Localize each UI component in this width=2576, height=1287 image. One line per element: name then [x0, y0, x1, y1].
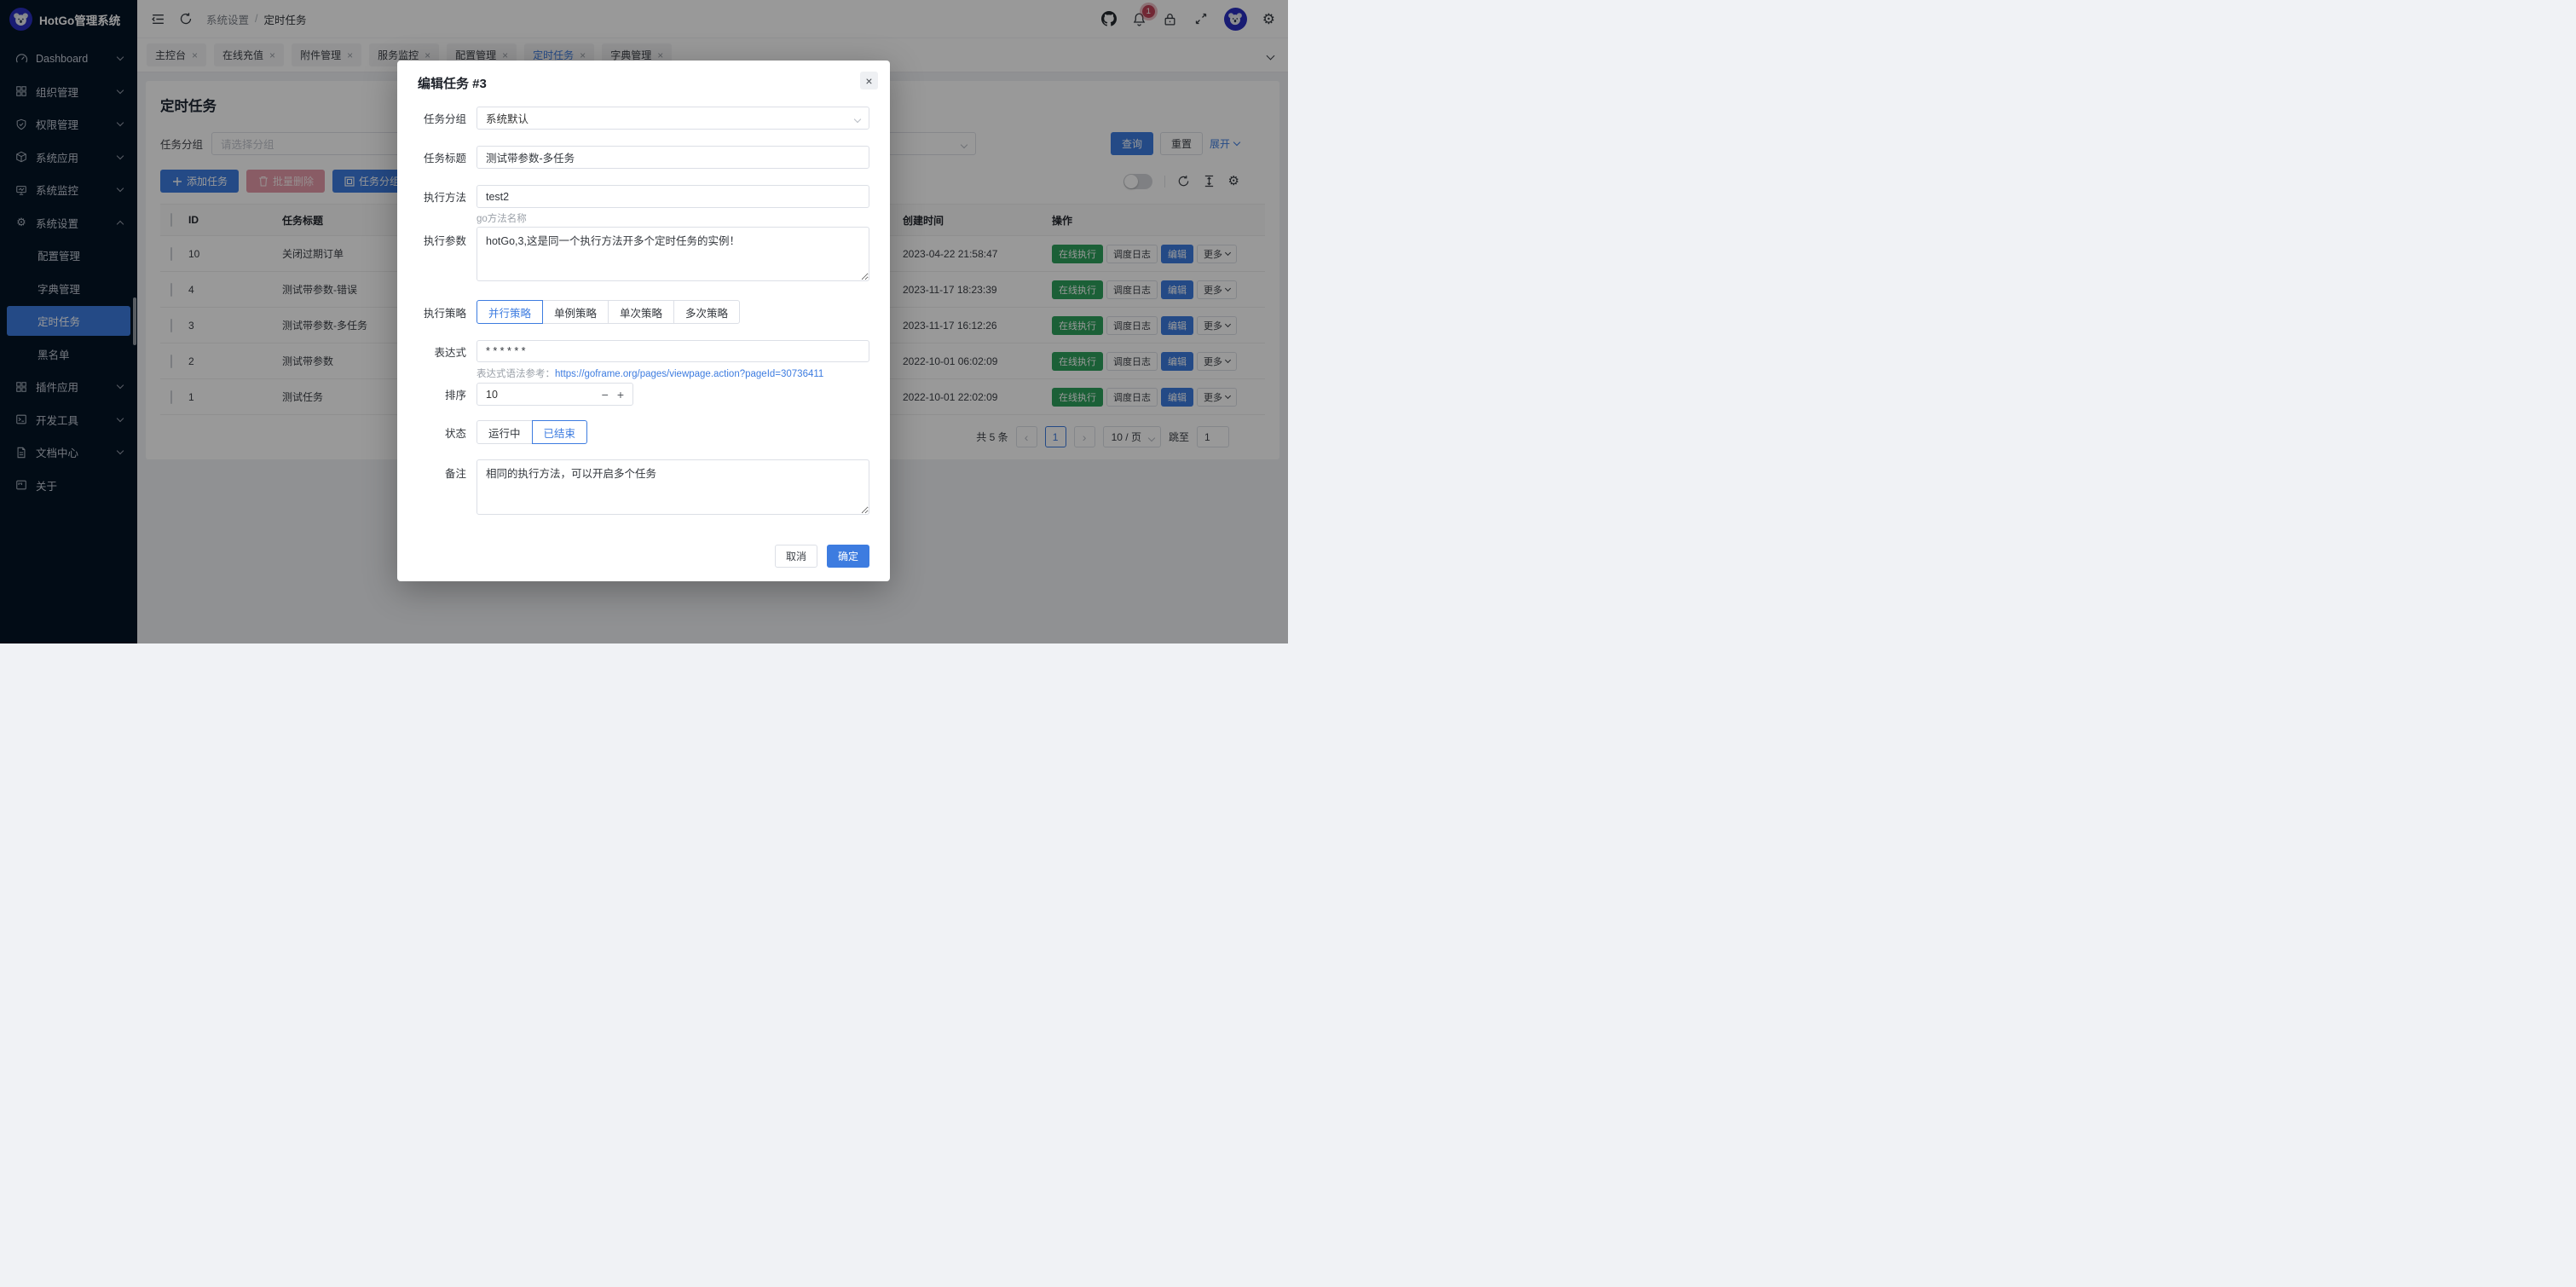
expression-hint-prefix: 表达式语法参考：	[477, 369, 555, 379]
params-textarea[interactable]: hotGo,3,这是同一个执行方法开多个定时任务的实例！	[477, 227, 869, 281]
form-row-params: 执行参数 hotGo,3,这是同一个执行方法开多个定时任务的实例！	[418, 227, 869, 284]
form-row-group: 任务分组 系统默认	[418, 107, 869, 130]
remark-textarea[interactable]: 相同的执行方法，可以开启多个任务	[477, 459, 869, 515]
strategy-multiple[interactable]: 多次策略	[673, 300, 740, 324]
remark-label: 备注	[418, 459, 466, 481]
params-label: 执行参数	[418, 227, 466, 248]
group-label: 任务分组	[418, 110, 466, 126]
form-row-status: 状态 运行中 已结束	[418, 420, 869, 444]
sort-stepper: 10 − +	[477, 383, 633, 406]
strategy-label: 执行策略	[418, 304, 466, 320]
expression-input[interactable]	[477, 340, 869, 362]
group-value: 系统默认	[486, 110, 528, 126]
expression-doc-link[interactable]: https://goframe.org/pages/viewpage.actio…	[555, 369, 823, 379]
form-row-strategy: 执行策略 并行策略 单例策略 单次策略 多次策略	[418, 300, 869, 324]
status-group: 运行中 已结束	[477, 420, 587, 444]
title-label: 任务标题	[418, 149, 466, 165]
group-select[interactable]: 系统默认	[477, 107, 869, 130]
sort-label: 排序	[418, 386, 466, 402]
status-finished[interactable]: 已结束	[532, 420, 588, 444]
edit-task-modal: 编辑任务 #3 × 任务分组 系统默认 任务标题 执行方法 go方法名称 执行参…	[397, 61, 890, 581]
form-row-title: 任务标题	[418, 146, 869, 169]
modal-close-button[interactable]: ×	[860, 72, 878, 89]
form-row-method: 执行方法	[418, 185, 869, 208]
status-running[interactable]: 运行中	[477, 420, 533, 444]
strategy-once[interactable]: 单次策略	[608, 300, 674, 324]
form-row-expression: 表达式	[418, 340, 869, 362]
method-hint: go方法名称	[477, 211, 869, 225]
chevron-down-icon	[855, 113, 860, 124]
strategy-group: 并行策略 单例策略 单次策略 多次策略	[477, 300, 869, 324]
confirm-label: 确定	[838, 549, 858, 563]
modal-footer: 取消 确定	[418, 545, 869, 568]
expression-label: 表达式	[418, 343, 466, 360]
modal-title: 编辑任务 #3	[418, 74, 869, 89]
confirm-button[interactable]: 确定	[827, 545, 869, 568]
form-row-sort: 排序 10 − +	[418, 383, 869, 406]
cancel-button[interactable]: 取消	[775, 545, 817, 568]
plus-icon[interactable]: +	[617, 389, 624, 401]
sort-value[interactable]: 10	[486, 389, 593, 401]
method-input[interactable]	[477, 185, 869, 208]
title-input[interactable]	[477, 146, 869, 169]
strategy-parallel[interactable]: 并行策略	[477, 300, 543, 324]
status-label: 状态	[418, 424, 466, 441]
minus-icon[interactable]: −	[602, 389, 609, 401]
cancel-label: 取消	[786, 549, 806, 563]
expression-hint: 表达式语法参考：https://goframe.org/pages/viewpa…	[477, 366, 869, 380]
form-row-remark: 备注 相同的执行方法，可以开启多个任务	[418, 459, 869, 517]
method-label: 执行方法	[418, 188, 466, 205]
strategy-singleton[interactable]: 单例策略	[542, 300, 609, 324]
